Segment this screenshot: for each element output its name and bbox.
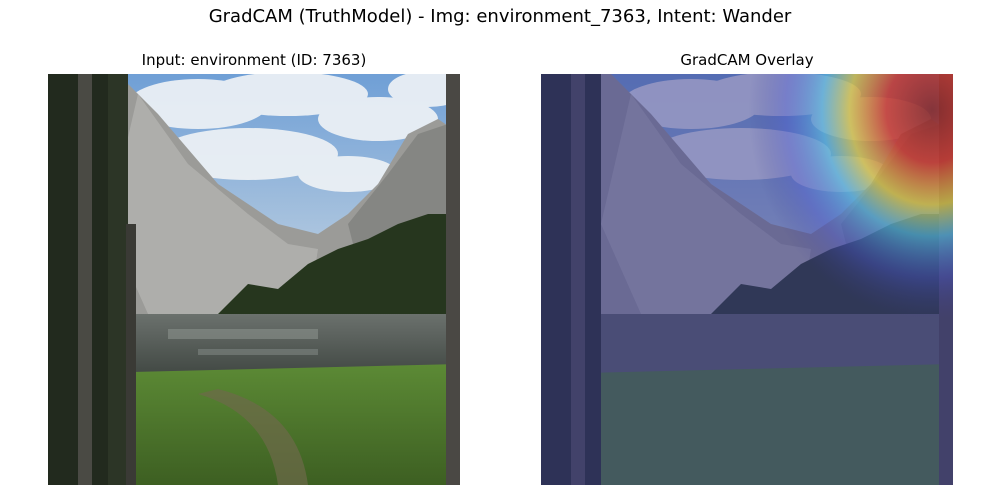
input-image-title: Input: environment (ID: 7363) [141,51,367,69]
figure-title: GradCAM (TruthModel) - Img: environment_… [208,6,792,27]
gradcam-overlay [541,74,953,485]
landscape-photo [48,74,460,485]
right-tree-trunk [446,74,460,485]
overlay-image-title: GradCAM Overlay [680,51,814,69]
heatmap-hotspot [691,74,953,374]
input-image [48,74,460,485]
overlay-image [541,74,953,485]
tree-trunk [78,74,92,485]
